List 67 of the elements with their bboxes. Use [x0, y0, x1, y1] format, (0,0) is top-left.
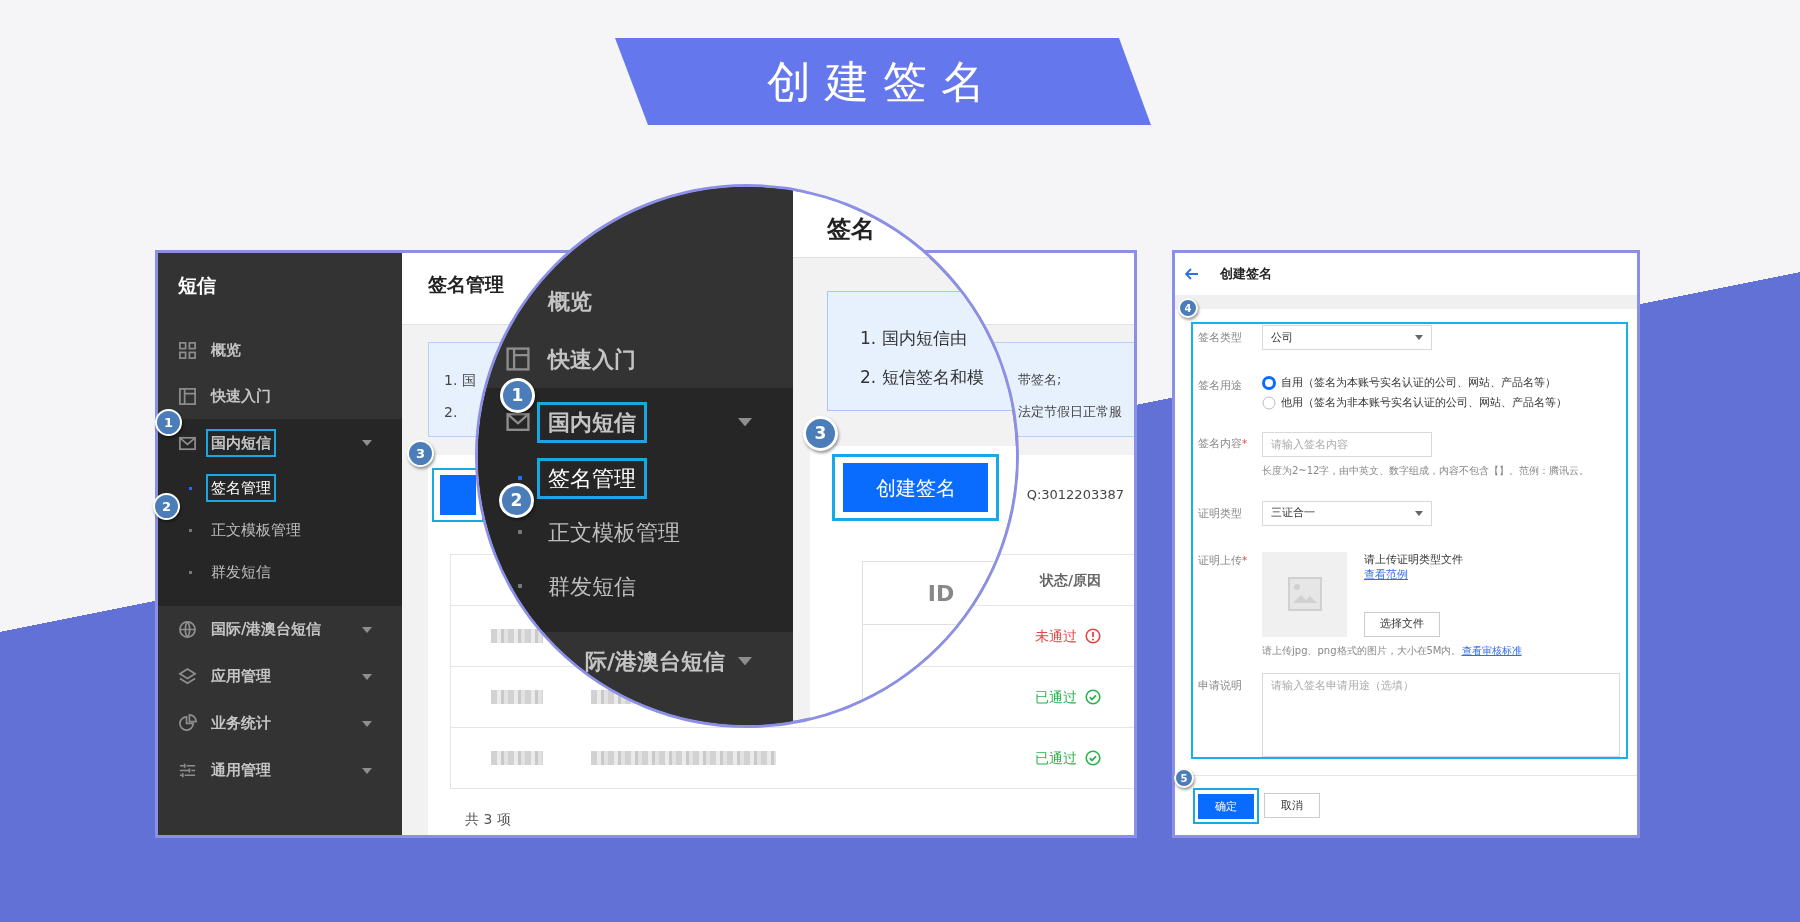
step-marker: 5	[1174, 768, 1194, 788]
field-label: 签名类型	[1198, 330, 1243, 345]
confirm-button[interactable]: 确定	[1198, 794, 1254, 820]
field-label: 申请说明	[1198, 677, 1243, 693]
review-standard-link[interactable]: 查看审核标准	[1461, 644, 1522, 656]
field-label: 证明类型	[1198, 505, 1243, 521]
sidebar-item[interactable]: 群发短信	[158, 551, 402, 593]
column-header: ID	[926, 579, 956, 608]
total-count: 共 3 项	[464, 810, 512, 829]
sidebar-item[interactable]: 际/港澳台短信	[478, 632, 793, 690]
sidebar-item[interactable]: 国际/港澳台短信	[158, 606, 402, 653]
sidebar-item[interactable]: 业务统计	[158, 700, 402, 747]
contact-text: Q:3012203387	[1026, 486, 1125, 505]
status-text: 已通过	[1035, 687, 1077, 707]
notice-text: 2.	[444, 402, 458, 422]
dropdown[interactable]: 公司	[1262, 325, 1432, 350]
field-label: 签名用途	[1198, 378, 1243, 393]
caret-icon	[1415, 510, 1423, 516]
field-label: 签名内容*	[1198, 436, 1249, 451]
caret-icon	[1415, 335, 1423, 340]
sidebar-item[interactable]: 概览	[158, 327, 402, 373]
radio-option[interactable]: 自用（签名为本账号实名认证的公司、网站、产品名等）	[1262, 373, 1567, 393]
sidebar-title: 短信	[177, 273, 217, 298]
create-button[interactable]: 创建签名	[843, 463, 988, 512]
notice-text: 1. 国内短信由	[860, 326, 968, 350]
grid-icon	[178, 340, 197, 360]
radio-button[interactable]	[1262, 376, 1276, 390]
error-icon	[1085, 628, 1101, 644]
step-marker: 2	[153, 493, 180, 520]
radio-button[interactable]	[1262, 396, 1276, 410]
example-link[interactable]: 查看范例	[1364, 565, 1408, 582]
sidebar-item[interactable]: 群发短信	[478, 559, 793, 613]
status-text: 未通过	[1035, 626, 1077, 646]
cancel-button[interactable]: 取消	[1264, 793, 1320, 818]
step-marker: 4	[1178, 298, 1198, 318]
input-field[interactable]: 请输入签名内容	[1262, 431, 1432, 457]
globe-icon	[178, 620, 197, 639]
step-marker: 2	[499, 483, 534, 518]
notice-text: 1. 国	[444, 370, 476, 390]
hint-text: 请上传jpg、png格式的图片，大小在5M内。查看审核标准	[1262, 643, 1523, 658]
dropdown[interactable]: 三证合一	[1262, 500, 1432, 526]
step-marker: 1	[500, 378, 535, 413]
radio-option[interactable]: 他用（签名为非本账号实名认证的公司、网站、产品名等）	[1262, 393, 1567, 413]
column-header: 状态/原因	[1038, 570, 1103, 590]
notice-text: 法定节假日正常服	[1018, 403, 1123, 422]
check-icon	[1085, 750, 1101, 766]
choose-file-button[interactable]: 选择文件	[1364, 611, 1440, 637]
sliders-icon	[178, 761, 197, 780]
banner-title: 创建签名	[615, 38, 1151, 125]
pie-chart-icon	[178, 714, 197, 733]
field-label: 证明上传*	[1198, 552, 1249, 568]
panel-icon	[505, 346, 531, 372]
check-icon	[1085, 689, 1101, 705]
sidebar-item[interactable]: 通用管理	[158, 747, 402, 794]
image-icon	[1287, 577, 1322, 611]
notice-text: 2. 短信签名和模	[860, 365, 985, 389]
form-title: 创建签名	[1220, 264, 1272, 283]
upload-prompt: 请上传证明类型文件	[1364, 551, 1463, 566]
back-arrow-icon[interactable]	[1185, 268, 1199, 280]
layers-icon	[178, 667, 197, 686]
sidebar-item[interactable]: 应用管理	[158, 653, 402, 700]
hint-text: 长度为2~12字，由中英文、数字组成，内容不包含【】。范例：腾讯云。	[1262, 463, 1591, 478]
panel-icon	[178, 386, 197, 406]
step-marker: 1	[155, 409, 182, 436]
notice-text: 带签名;	[1018, 371, 1063, 390]
input-field[interactable]: 请输入签名申请用途（选填）	[1262, 672, 1620, 757]
status-text: 已通过	[1035, 748, 1077, 768]
